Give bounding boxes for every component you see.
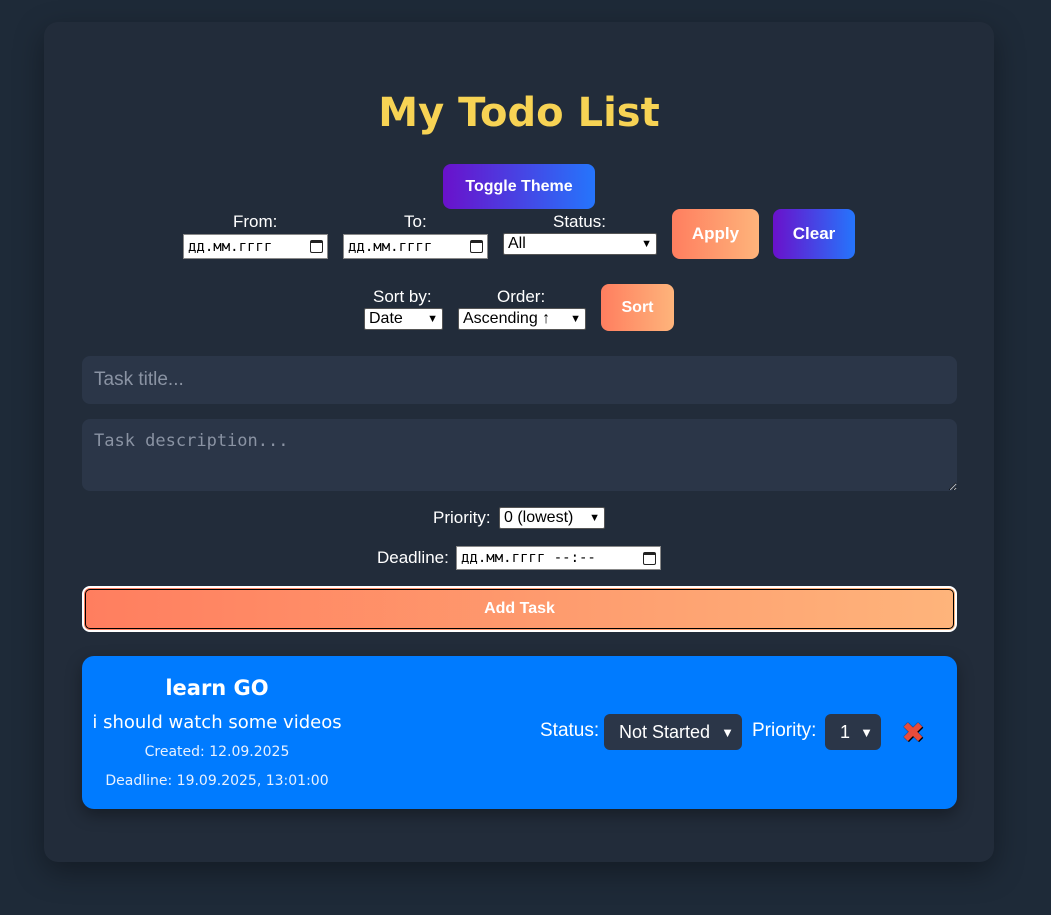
to-date-input[interactable]: дд.мм.гггг	[343, 234, 488, 259]
task-card: learn GO i should watch some videos Crea…	[82, 656, 957, 809]
chevron-down-icon: ▼	[641, 238, 652, 250]
add-task-button[interactable]: Add Task	[82, 586, 957, 632]
calendar-icon[interactable]	[470, 240, 483, 253]
order-label: Order:	[497, 287, 546, 306]
task-priority-select[interactable]: 1 ▼	[825, 714, 881, 750]
task-description-input[interactable]	[82, 419, 957, 491]
to-date-value: дд.мм.гггг	[348, 238, 433, 255]
task-priority-label: Priority:	[752, 720, 817, 741]
deadline-value: дд.мм.гггг --:--	[461, 550, 596, 566]
task-status-select[interactable]: Not Started ▼	[604, 714, 742, 750]
task-title: learn GO	[165, 676, 269, 700]
sort-by-value: Date	[369, 310, 403, 327]
priority-label: Priority:	[433, 508, 491, 527]
deadline-input[interactable]: дд.мм.гггг --:--	[456, 546, 661, 570]
task-deadline: Deadline: 19.09.2025, 13:01:00	[105, 773, 329, 789]
chevron-down-icon: ▼	[570, 313, 581, 325]
todo-card: My Todo List Toggle Theme From: дд.мм.гг…	[44, 22, 994, 862]
to-label: To:	[404, 212, 427, 231]
chevron-down-icon: ▼	[860, 724, 873, 740]
task-status-label: Status:	[540, 720, 600, 741]
order-select[interactable]: Ascending ↑ ▼	[458, 308, 586, 330]
calendar-icon[interactable]	[643, 551, 656, 565]
status-filter-select[interactable]: All ▼	[503, 233, 657, 255]
from-date-input[interactable]: дд.мм.гггг	[183, 234, 328, 259]
from-date-value: дд.мм.гггг	[188, 238, 273, 255]
toggle-theme-button[interactable]: Toggle Theme	[443, 164, 595, 209]
task-created-date: Created: 12.09.2025	[144, 744, 290, 760]
priority-value: 0 (lowest)	[504, 509, 574, 526]
sort-by-select[interactable]: Date ▼	[364, 308, 443, 330]
sort-button[interactable]: Sort	[601, 284, 674, 331]
task-status-value: Not Started	[619, 721, 711, 742]
status-filter-value: All	[508, 235, 526, 252]
order-value: Ascending ↑	[463, 310, 551, 327]
clear-button[interactable]: Clear	[773, 209, 855, 259]
chevron-down-icon: ▼	[721, 724, 734, 740]
task-description: i should watch some videos	[92, 712, 342, 733]
from-label: From:	[233, 212, 278, 231]
page-title: My Todo List	[378, 90, 660, 136]
task-priority-value: 1	[840, 721, 851, 742]
calendar-icon[interactable]	[310, 240, 323, 253]
chevron-down-icon: ▼	[427, 313, 438, 325]
deadline-label: Deadline:	[377, 548, 449, 567]
chevron-down-icon: ▼	[589, 512, 600, 524]
apply-button[interactable]: Apply	[672, 209, 759, 259]
status-filter-label: Status:	[553, 212, 606, 231]
close-icon[interactable]: ✖	[900, 719, 926, 747]
task-title-input[interactable]	[82, 356, 957, 404]
priority-select[interactable]: 0 (lowest) ▼	[499, 507, 605, 529]
sort-by-label: Sort by:	[373, 287, 432, 306]
